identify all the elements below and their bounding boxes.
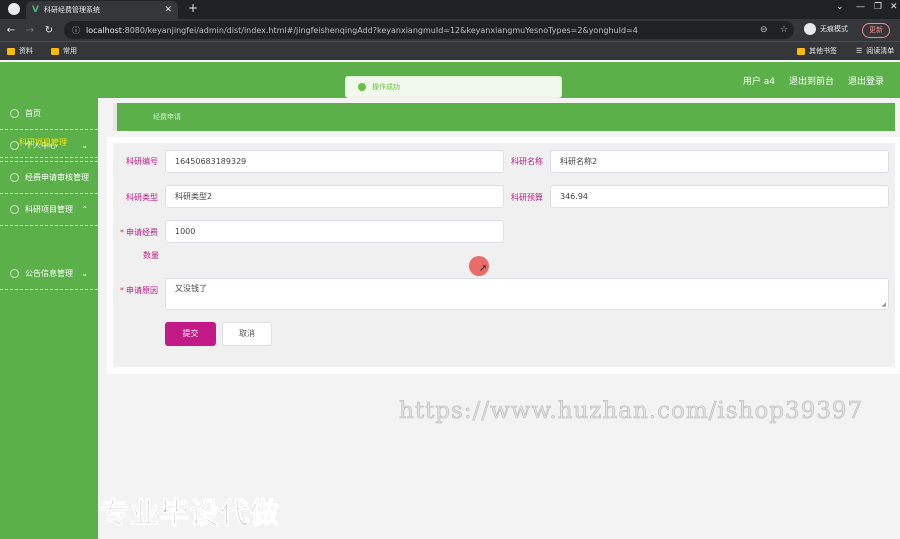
- tab-title: 科研经费管理系统: [43, 6, 100, 14]
- review-icon: [10, 173, 19, 182]
- bookmark-folder[interactable]: 其他书签: [797, 46, 837, 56]
- window-maximize-icon[interactable]: ❐: [874, 2, 882, 12]
- browser-tab[interactable]: V 科研经费管理系统 ✕: [26, 1, 178, 19]
- tab-close-icon[interactable]: ✕: [164, 5, 172, 15]
- name-field[interactable]: 科研名称2: [550, 150, 889, 173]
- sidebar-item-label: 首页: [25, 109, 41, 118]
- sidebar-item-projects[interactable]: 科研项目管理 ⌃: [0, 194, 98, 226]
- vue-logo-icon: V: [32, 5, 39, 15]
- breadcrumb: 经费申请: [113, 103, 895, 131]
- sidebar: 首页 个人中心 ⌄ 经费申请审核管理 科研项目管理 ⌃ 公告信息管理 ⌄: [0, 98, 98, 539]
- zoom-icon[interactable]: ⊖: [760, 25, 768, 35]
- reading-list-icon: ☰: [856, 47, 863, 55]
- bookmark-folder[interactable]: 资料: [7, 46, 33, 56]
- watermark-text: 专业毕设代做: [99, 496, 281, 531]
- amount-label-line2: 数量: [143, 251, 159, 260]
- sidebar-item-fund-review[interactable]: 经费申请审核管理: [0, 162, 98, 194]
- code-field[interactable]: 16450683189329: [165, 150, 504, 173]
- watermark-url: https://www.huzhan.com/ishop39397: [399, 398, 864, 425]
- address-bar: ← → ↻ ⓘ localhost :8080/keyanjingfei/adm…: [0, 19, 900, 41]
- sidebar-item-home[interactable]: 首页: [0, 98, 98, 130]
- mouse-pointer-icon: ➚: [479, 263, 488, 274]
- chevron-up-icon: ⌃: [81, 205, 88, 214]
- sidebar-item-label: 科研项目管理: [25, 205, 73, 214]
- budget-field[interactable]: 346.94: [550, 185, 889, 208]
- back-arrow-icon[interactable]: ←: [3, 25, 19, 36]
- folder-icon: [51, 47, 59, 55]
- incognito-icon: [804, 23, 816, 35]
- site-info-icon[interactable]: ⓘ: [72, 25, 80, 36]
- incognito-indicator[interactable]: 无痕模式: [804, 23, 848, 35]
- budget-label: 科研预算: [511, 193, 543, 202]
- forward-arrow-icon[interactable]: →: [22, 25, 38, 36]
- update-button[interactable]: 更新: [862, 23, 890, 38]
- reason-label: * 申请原因: [120, 286, 158, 295]
- code-label: 科研编号: [126, 157, 158, 166]
- sidebar-item-label: 公告信息管理: [25, 269, 73, 278]
- amount-label: * 申请经费: [120, 228, 158, 237]
- folder-icon: [7, 47, 15, 55]
- success-toast: 操作成功: [345, 76, 562, 98]
- user-label: 用户 a4: [742, 77, 775, 87]
- reload-icon[interactable]: ↻: [41, 25, 57, 36]
- required-mark: *: [120, 286, 124, 295]
- window-minimize-icon[interactable]: —: [856, 2, 865, 12]
- back-to-front-link[interactable]: 退出到前台: [789, 74, 834, 87]
- amount-field[interactable]: 1000: [165, 220, 504, 243]
- notice-icon: [10, 269, 19, 278]
- required-mark: *: [120, 228, 124, 237]
- home-icon: [10, 109, 19, 118]
- submit-button[interactable]: 提交: [165, 322, 216, 346]
- header-links: 用户 a4 退出到前台 退出登录: [743, 74, 884, 87]
- resize-handle-icon[interactable]: ◢: [881, 301, 886, 308]
- cancel-button[interactable]: 取消: [222, 322, 272, 346]
- url-path: :8080/keyanjingfei/admin/dist/index.html…: [121, 25, 638, 35]
- type-field[interactable]: 科研类型2: [165, 185, 504, 208]
- logout-link[interactable]: 退出登录: [848, 74, 884, 87]
- bookmarks-bar: 资料 常用 其他书签 ☰ 阅读清单: [0, 41, 900, 60]
- reason-text: 又没钱了: [175, 284, 207, 293]
- sidebar-subitem-projects[interactable]: 科研项目管理: [0, 128, 98, 158]
- browser-tab-bar: V 科研经费管理系统 ✕ + ⌄ — ❐ ✕: [0, 0, 900, 19]
- reading-list[interactable]: ☰ 阅读清单: [856, 46, 894, 56]
- success-icon: [358, 83, 366, 91]
- name-label: 科研名称: [511, 157, 543, 166]
- sidebar-item-label: 经费申请审核管理: [25, 173, 89, 182]
- type-label: 科研类型: [126, 193, 158, 202]
- chevron-down-icon: ⌄: [81, 269, 88, 278]
- toast-message: 操作成功: [372, 83, 400, 91]
- incognito-label: 无痕模式: [820, 25, 848, 33]
- window-dropdown-icon[interactable]: ⌄: [836, 2, 844, 12]
- new-tab-button[interactable]: +: [188, 1, 198, 15]
- window-close-icon[interactable]: ✕: [890, 2, 898, 12]
- url-input[interactable]: ⓘ localhost :8080/keyanjingfei/admin/dis…: [64, 21, 794, 39]
- url-host: localhost: [86, 25, 122, 35]
- folder-icon: [797, 47, 805, 55]
- reason-textarea[interactable]: 又没钱了 ◢: [165, 278, 889, 310]
- browser-menu-icon[interactable]: [8, 3, 20, 15]
- bookmark-star-icon[interactable]: ☆: [780, 25, 788, 35]
- project-icon: [10, 205, 19, 214]
- sidebar-item-notices[interactable]: 公告信息管理 ⌄: [0, 258, 98, 290]
- bookmark-folder[interactable]: 常用: [51, 46, 77, 56]
- breadcrumb-current: 经费申请: [153, 113, 181, 121]
